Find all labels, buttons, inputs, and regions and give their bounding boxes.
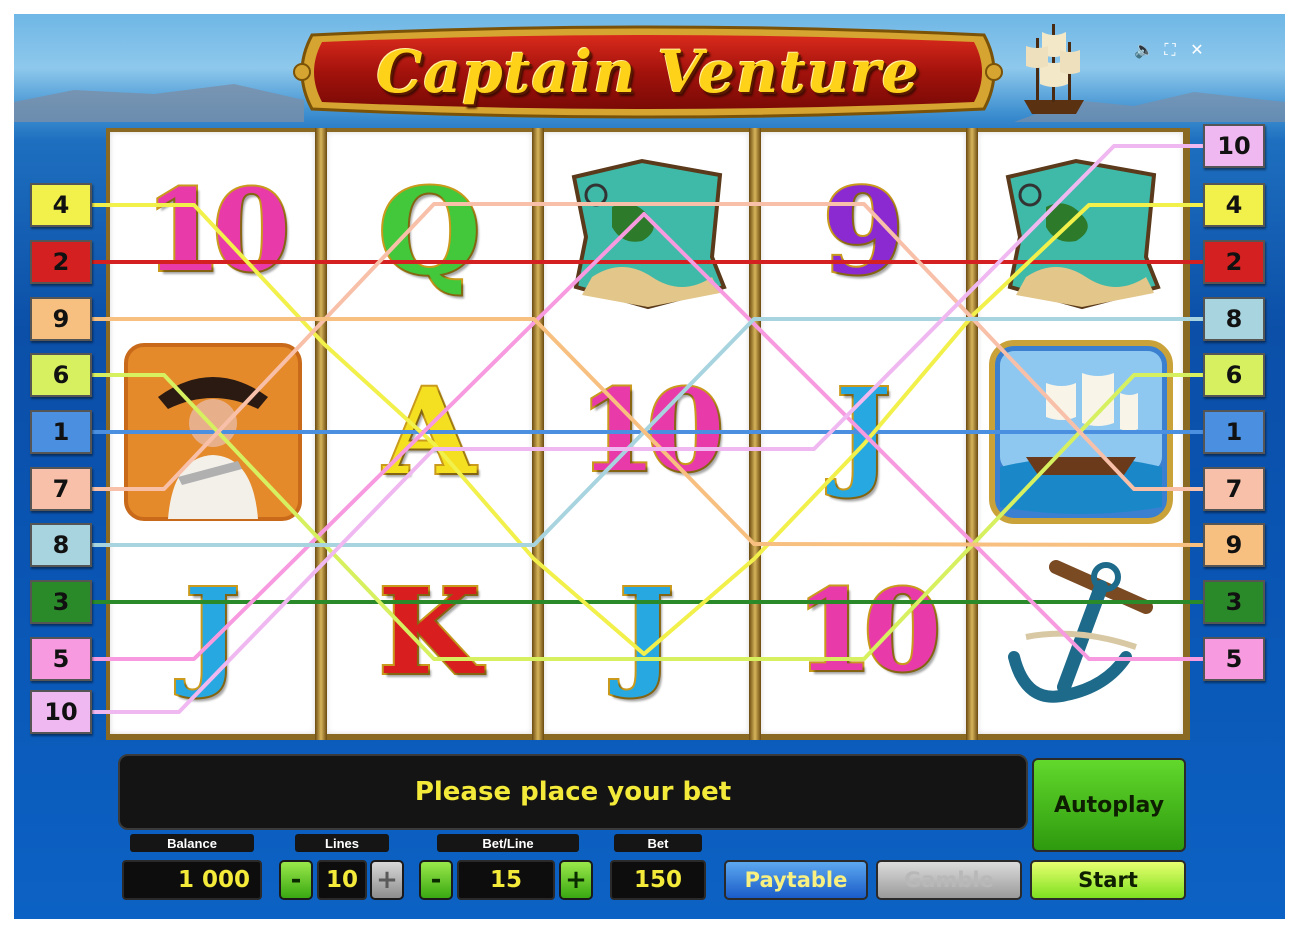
message-panel: Please place your bet	[118, 754, 1028, 830]
symbol-label: Q	[376, 162, 483, 301]
payline-badge-left-1[interactable]: 1	[30, 410, 92, 454]
symbol-label: J	[183, 562, 243, 701]
autoplay-button[interactable]: Autoplay	[1032, 758, 1186, 852]
betline-decrease-button[interactable]: -	[419, 860, 453, 900]
payline-badge-right-4[interactable]: 4	[1203, 183, 1265, 227]
symbol-q: Q	[327, 132, 532, 332]
paytable-button[interactable]: Paytable	[724, 860, 868, 900]
symbol-k: K	[327, 532, 532, 732]
symbol-captain-icon	[110, 332, 315, 532]
lines-label: Lines	[295, 834, 389, 852]
symbol-ten: 10	[110, 132, 315, 332]
symbol-a: A	[327, 332, 532, 532]
reel-divider	[315, 128, 327, 740]
symbol-label: 10	[577, 366, 727, 497]
payline-badge-right-1[interactable]: 1	[1203, 410, 1265, 454]
payline-badge-right-8[interactable]: 8	[1203, 297, 1265, 341]
symbol-label: J	[617, 562, 677, 701]
symbol-anchor-icon	[978, 532, 1183, 732]
reel-divider	[749, 128, 761, 740]
balance-value: 1 000	[122, 860, 262, 900]
bet-label: Bet	[614, 834, 702, 852]
payline-badge-right-9[interactable]: 9	[1203, 523, 1265, 567]
symbol-map-icon	[978, 132, 1183, 332]
lines-value: 10	[317, 860, 367, 900]
payline-badge-left-3[interactable]: 3	[30, 580, 92, 624]
symbol-label: 10	[143, 166, 293, 297]
payline-badge-left-6[interactable]: 6	[30, 353, 92, 397]
status-message: Please place your bet	[414, 777, 732, 807]
symbol-j: J	[761, 332, 966, 532]
payline-badge-left-8[interactable]: 8	[30, 523, 92, 567]
payline-badge-right-2[interactable]: 2	[1203, 240, 1265, 284]
speaker-icon[interactable]: 🔈	[1134, 41, 1154, 59]
payline-badge-left-9[interactable]: 9	[30, 297, 92, 341]
balance-label: Balance	[130, 834, 254, 852]
reel-2: QAK	[327, 132, 532, 734]
symbol-j: J	[544, 532, 749, 732]
payline-badge-right-6[interactable]: 6	[1203, 353, 1265, 397]
symbol-ten: 10	[761, 532, 966, 732]
lines-increase-button[interactable]: +	[370, 860, 404, 900]
reel-3: 10 J	[544, 132, 749, 734]
symbol-label: K	[376, 562, 483, 701]
symbol-label: J	[834, 362, 894, 501]
symbol-9: 9	[761, 132, 966, 332]
betline-increase-button[interactable]: +	[559, 860, 593, 900]
betline-label: Bet/Line	[437, 834, 579, 852]
reel-divider	[966, 128, 978, 740]
symbol-label: 9	[820, 162, 906, 301]
payline-badge-right-7[interactable]: 7	[1203, 467, 1265, 511]
slot-game-window: Captain Venture 🔈 ⛶ ✕ 10 J QAK 10 J 9 J 10 P…	[14, 14, 1285, 919]
payline-badge-left-5[interactable]: 5	[30, 637, 92, 681]
reel-divider	[532, 128, 544, 740]
reel-area: 10 J QAK 10 J 9 J 10	[106, 128, 1190, 740]
close-icon[interactable]: ✕	[1188, 41, 1206, 59]
symbol-ship-icon	[978, 332, 1183, 532]
reel-1: 10 J	[110, 132, 315, 734]
payline-badge-left-10[interactable]: 10	[30, 690, 92, 734]
sailing-ship-icon	[1024, 24, 1084, 114]
game-title: Captain Venture	[376, 38, 920, 106]
symbol-map-icon	[544, 132, 749, 332]
bet-value: 150	[610, 860, 706, 900]
reel-4: 9 J 10	[761, 132, 966, 734]
start-button[interactable]: Start	[1030, 860, 1186, 900]
payline-badge-left-4[interactable]: 4	[30, 183, 92, 227]
lines-decrease-button[interactable]: -	[279, 860, 313, 900]
title-banner: Captain Venture	[292, 23, 1004, 121]
payline-badge-right-5[interactable]: 5	[1203, 637, 1265, 681]
symbol-j: J	[110, 532, 315, 732]
payline-badge-left-2[interactable]: 2	[30, 240, 92, 284]
payline-badge-right-3[interactable]: 3	[1203, 580, 1265, 624]
reel-5	[978, 132, 1183, 734]
payline-badge-right-10[interactable]: 10	[1203, 124, 1265, 168]
gamble-button[interactable]: Gamble	[876, 860, 1022, 900]
payline-badge-left-7[interactable]: 7	[30, 467, 92, 511]
symbol-label: 10	[794, 566, 944, 697]
fullscreen-icon[interactable]: ⛶	[1161, 41, 1179, 59]
symbol-ten: 10	[544, 332, 749, 532]
symbol-label: A	[382, 362, 478, 501]
betline-value: 15	[457, 860, 555, 900]
